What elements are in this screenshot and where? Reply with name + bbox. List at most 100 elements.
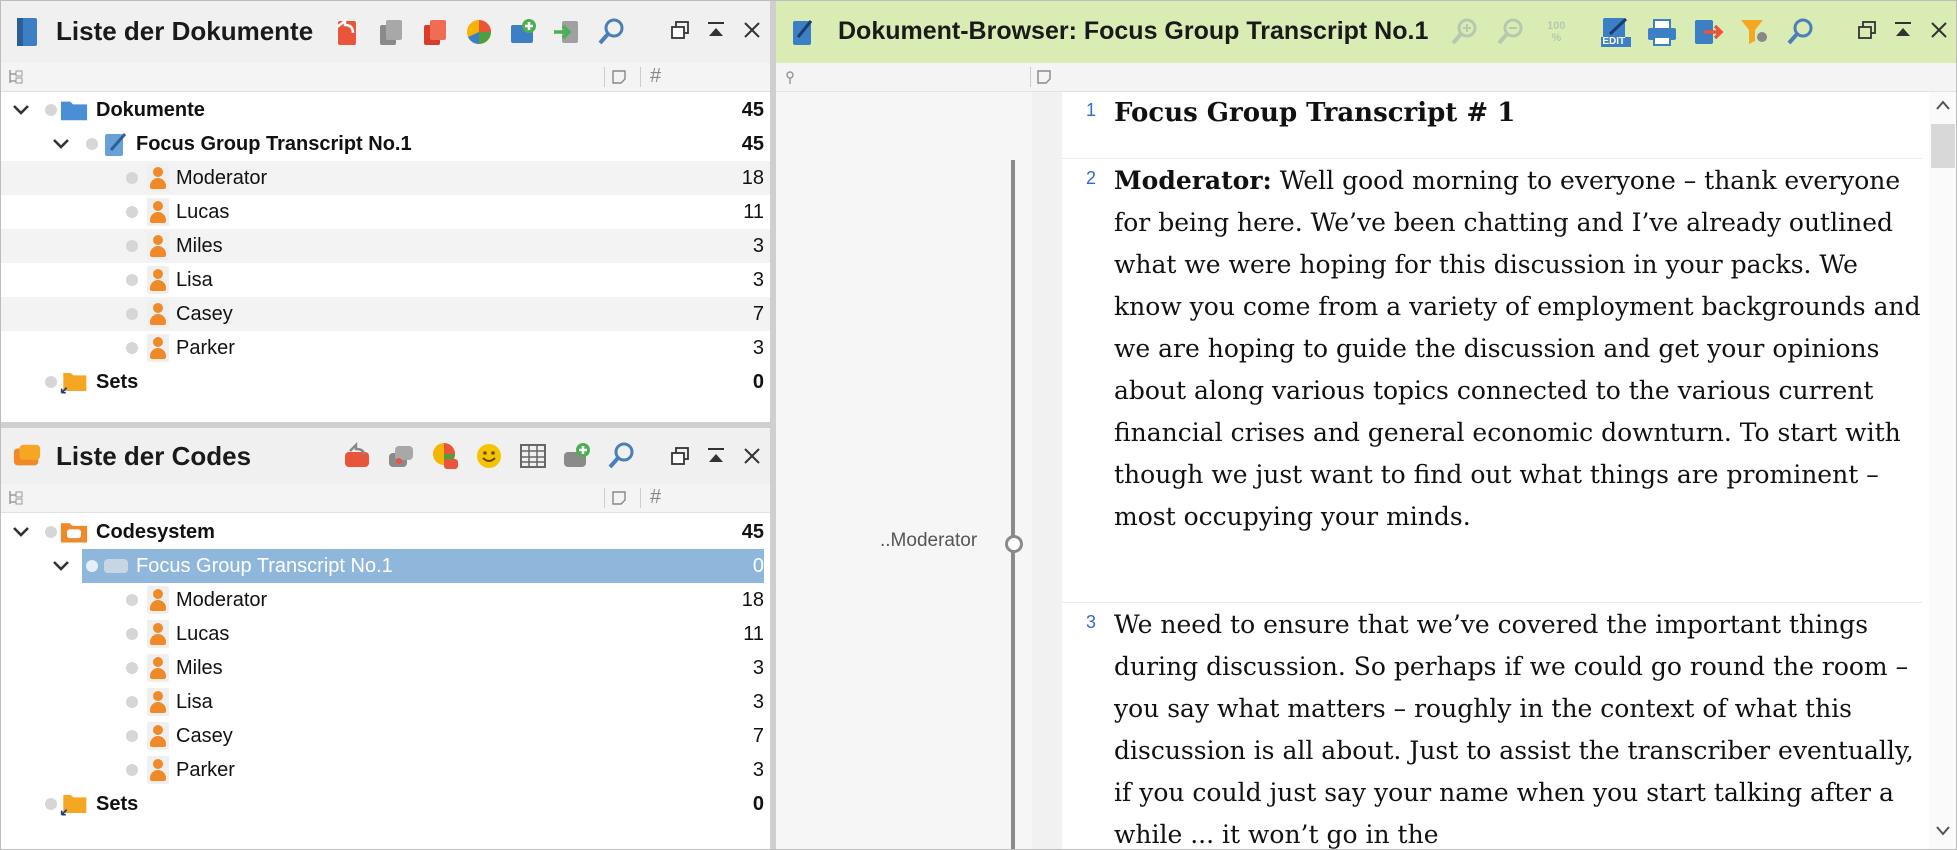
tree-count: 18 [741, 166, 764, 189]
edit-mode-icon[interactable]: EDIT [1600, 16, 1632, 48]
smiley-icon[interactable] [473, 440, 505, 472]
tree-label: Sets [96, 792, 139, 815]
new-code-icon[interactable] [561, 440, 593, 472]
import-documents-icon[interactable] [551, 16, 583, 48]
maximize-icon[interactable] [704, 444, 728, 468]
tree-count: 3 [752, 336, 764, 359]
new-document-icon[interactable] [507, 16, 539, 48]
memo-column-icon[interactable] [611, 490, 627, 506]
maximize-icon[interactable] [1891, 18, 1915, 42]
tree-row-speaker[interactable]: Miles 3 [0, 229, 770, 263]
close-icon[interactable] [1927, 18, 1951, 42]
tree-count: 3 [752, 656, 764, 679]
paragraph-3: We need to ensure that we’ve covered the… [1114, 604, 1924, 850]
documents-panel: Liste der Dokumente # Dokumente 45 Focus… [0, 0, 770, 422]
export-icon[interactable] [1692, 16, 1724, 48]
close-icon[interactable] [740, 18, 764, 42]
paragraph-number: 1 [1086, 100, 1097, 120]
tree-row-code[interactable]: Lisa 3 [0, 685, 770, 719]
status-dot [86, 138, 98, 150]
chevron-down-icon[interactable] [10, 521, 32, 543]
status-dot [126, 206, 138, 218]
tree-row-documents-root[interactable]: Dokumente 45 [0, 93, 770, 127]
tree-row-speaker[interactable]: Lucas 11 [0, 195, 770, 229]
search-icon[interactable] [1784, 16, 1816, 48]
browser-column-header [776, 63, 1957, 92]
tree-row-sets[interactable]: Sets 0 [0, 365, 770, 399]
tree-label: Miles [176, 656, 223, 679]
status-dot [126, 342, 138, 354]
codes-window-controls [668, 444, 764, 468]
tree-row-speaker[interactable]: Parker 3 [0, 331, 770, 365]
zoom-in-icon[interactable] [1448, 16, 1480, 48]
print-icon[interactable] [1646, 16, 1678, 48]
tree-count: 7 [752, 724, 764, 747]
tree-label: Moderator [176, 166, 268, 189]
coding-stripe-handle[interactable] [1005, 535, 1023, 553]
tree-row-code[interactable]: Casey 7 [0, 719, 770, 753]
code-chart-icon[interactable] [429, 440, 461, 472]
document-chart-icon[interactable] [463, 16, 495, 48]
sets-folder-icon [60, 368, 88, 396]
table-icon[interactable] [517, 440, 549, 472]
paragraph-number: 2 [1086, 168, 1097, 188]
search-icon[interactable] [595, 16, 627, 48]
tree-row-code-selected[interactable]: Focus Group Transcript No.1 0 [0, 549, 770, 583]
undock-icon[interactable] [668, 444, 692, 468]
tree-row-speaker[interactable]: Casey 7 [0, 297, 770, 331]
document-text-area[interactable]: 1 Focus Group Transcript # 1 2 Moderator… [1062, 92, 1932, 850]
status-dot [126, 730, 138, 742]
tree-count: 3 [752, 690, 764, 713]
scrollbar-thumb[interactable] [1931, 124, 1955, 168]
memo-column-icon[interactable] [611, 69, 627, 85]
coding-stripe-line[interactable] [1011, 160, 1015, 850]
filter-codes-icon[interactable] [1738, 16, 1770, 48]
copy-codes-icon[interactable] [385, 440, 417, 472]
tree-row-code[interactable]: Miles 3 [0, 651, 770, 685]
chevron-down-icon[interactable] [10, 99, 32, 121]
close-icon[interactable] [740, 444, 764, 468]
tree-structure-icon [9, 491, 23, 505]
tree-row-code[interactable]: Parker 3 [0, 753, 770, 787]
tree-count: 0 [752, 792, 764, 815]
status-dot [45, 526, 57, 538]
tree-row-speaker[interactable]: Lisa 3 [0, 263, 770, 297]
vertical-scrollbar[interactable] [1929, 92, 1957, 850]
documents-column-header: # [0, 63, 770, 92]
undo-activation-icon[interactable] [341, 440, 373, 472]
activate-documents-icon[interactable] [419, 16, 451, 48]
zoom-out-icon[interactable] [1494, 16, 1526, 48]
chevron-down-icon[interactable] [50, 555, 72, 577]
maximize-icon[interactable] [704, 18, 728, 42]
zoom-reset-icon[interactable]: 100 % [1540, 16, 1572, 48]
scroll-up-icon[interactable] [1935, 98, 1951, 116]
copy-documents-icon[interactable] [375, 16, 407, 48]
person-icon [144, 300, 172, 328]
tree-row-code[interactable]: Moderator 18 [0, 583, 770, 617]
tree-row-sets[interactable]: Sets 0 [0, 787, 770, 821]
undo-activation-icon[interactable] [331, 16, 363, 48]
status-dot [126, 764, 138, 776]
hash-column-icon[interactable]: # [650, 486, 661, 509]
folder-icon [60, 96, 88, 124]
tree-row-speaker[interactable]: Moderator 18 [0, 161, 770, 195]
codes-panel-icon [12, 439, 42, 473]
tree-row-codesystem[interactable]: Codesystem 45 [0, 515, 770, 549]
memo-column-icon[interactable] [1036, 69, 1052, 85]
status-dot [126, 172, 138, 184]
person-icon [144, 722, 172, 750]
undock-icon[interactable] [1855, 18, 1879, 42]
hash-column-icon[interactable]: # [650, 65, 661, 88]
chevron-down-icon[interactable] [50, 133, 72, 155]
tree-label: Lucas [176, 200, 230, 223]
tree-label: Focus Group Transcript No.1 [136, 132, 412, 155]
zoom-reset-label: 100 % [1547, 19, 1566, 44]
tree-row-code[interactable]: Lucas 11 [0, 617, 770, 651]
codes-column-header: # [0, 484, 770, 513]
undock-icon[interactable] [668, 18, 692, 42]
tree-row-document[interactable]: Focus Group Transcript No.1 45 [0, 127, 770, 161]
scroll-down-icon[interactable] [1935, 824, 1951, 842]
document-browser-panel: Dokument-Browser: Focus Group Transcript… [776, 0, 1957, 850]
search-icon[interactable] [605, 440, 637, 472]
person-icon [144, 586, 172, 614]
